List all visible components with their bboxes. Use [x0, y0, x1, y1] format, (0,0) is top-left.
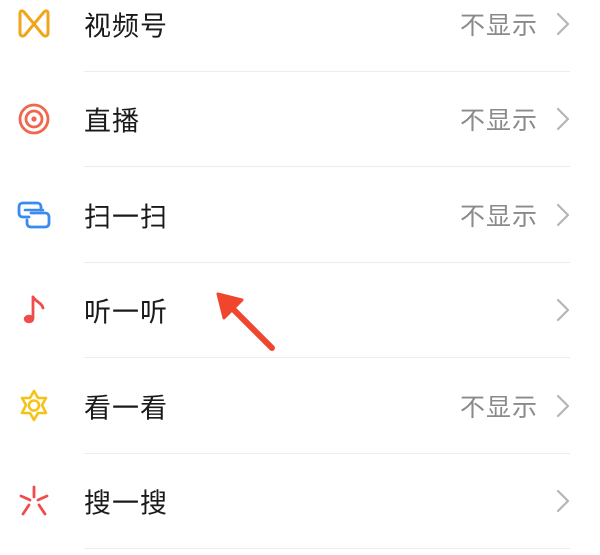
chevron-right-icon [556, 12, 570, 35]
row-label: 看一看 [84, 393, 168, 425]
chevron-right-icon [556, 299, 570, 322]
live-icon [16, 101, 52, 137]
row-value: 不显示 [459, 201, 538, 231]
row-value: 不显示 [459, 106, 538, 136]
row-value: 不显示 [459, 392, 538, 422]
row-listen[interactable]: 听一听 [0, 263, 600, 358]
search-sparkle-icon [16, 483, 52, 519]
scan-icon [16, 197, 52, 233]
row-channels[interactable]: 视频号 不显示 [0, 0, 600, 72]
divider [84, 548, 570, 549]
channels-icon [16, 6, 52, 42]
row-live[interactable]: 直播 不显示 [0, 72, 600, 167]
chevron-right-icon [556, 490, 570, 513]
chevron-right-icon [556, 108, 570, 131]
row-scan[interactable]: 扫一扫 不显示 [0, 167, 600, 263]
row-label: 搜一搜 [84, 488, 168, 520]
row-label: 听一听 [84, 297, 168, 329]
row-top-stories[interactable]: 看一看 不显示 [0, 358, 600, 454]
row-label: 视频号 [84, 11, 168, 43]
discover-settings-list: 视频号 不显示 直播 不显示 扫一扫 不显示 听一听 看一看 不显示 搜一搜 [0, 0, 600, 549]
row-label: 直播 [84, 106, 140, 138]
top-stories-icon [16, 388, 52, 424]
row-label: 扫一扫 [84, 202, 168, 234]
music-note-icon [16, 292, 52, 328]
chevron-right-icon [556, 394, 570, 417]
row-value: 不显示 [459, 10, 538, 40]
chevron-right-icon [556, 203, 570, 226]
row-search[interactable]: 搜一搜 [0, 454, 600, 549]
